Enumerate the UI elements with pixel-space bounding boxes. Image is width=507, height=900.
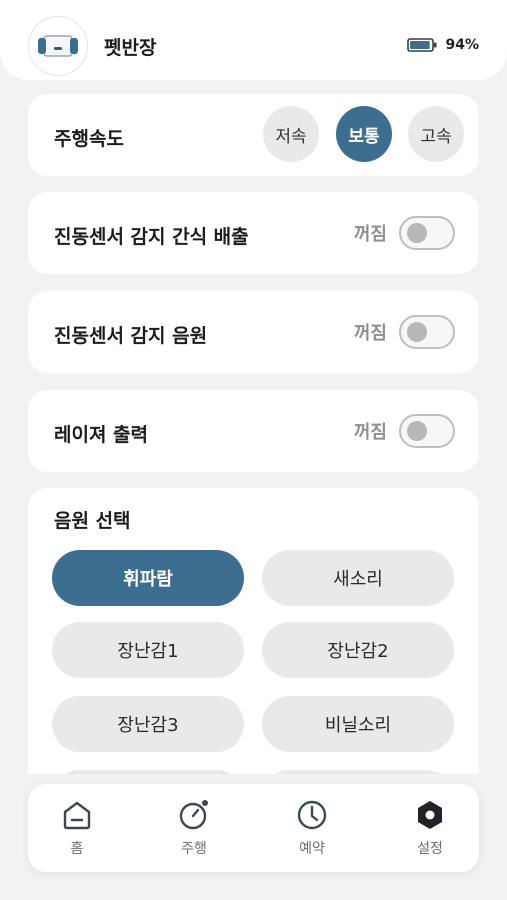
speed-label: 주행속도: [54, 128, 124, 150]
nav-drive-label: 주행: [181, 841, 207, 857]
vibration-sound-state: 꺼짐: [353, 323, 387, 344]
sound-option-vinyl[interactable]: 비닐소리: [262, 696, 454, 752]
nav-reservation[interactable]: 예약: [277, 798, 347, 860]
laser-label: 레이져 출력: [54, 424, 149, 446]
speed-fast-button[interactable]: 고속: [408, 106, 464, 162]
sound-option-partial[interactable]: [262, 770, 454, 774]
sound-option-toy2[interactable]: 장난감2: [262, 622, 454, 678]
robot-device-icon: [38, 35, 78, 57]
sound-select-title: 음원 선택: [54, 510, 131, 532]
laser-state: 꺼짐: [353, 422, 387, 443]
sound-option-toy1[interactable]: 장난감1: [52, 622, 244, 678]
nav-settings-label: 설정: [417, 841, 443, 857]
toggle-knob: [407, 322, 427, 342]
vibration-sound-card: 진동센서 감지 음원 꺼짐: [28, 291, 479, 373]
battery-percentage: 94%: [445, 37, 479, 53]
battery-status: 94%: [407, 37, 479, 53]
laser-toggle[interactable]: [399, 414, 455, 448]
toggle-knob: [407, 421, 427, 441]
drive-gauge-icon: [179, 800, 208, 830]
speed-card: 주행속도 저속 보통 고속: [28, 94, 479, 176]
vibration-treat-label: 진동센서 감지 간식 배출: [54, 226, 249, 248]
nav-reservation-label: 예약: [299, 841, 325, 857]
app-header: 펫반장 94%: [0, 0, 507, 80]
device-avatar[interactable]: [28, 16, 88, 76]
speed-slow-button[interactable]: 저속: [263, 106, 319, 162]
vibration-sound-label: 진동센서 감지 음원: [54, 325, 208, 347]
vibration-treat-card: 진동센서 감지 간식 배출 꺼짐: [28, 192, 479, 274]
home-icon: [63, 801, 91, 830]
sound-option-whistle[interactable]: 휘파람: [52, 550, 244, 606]
settings-hexagon-icon: [418, 801, 442, 829]
toggle-knob: [407, 223, 427, 243]
device-name: 펫반장: [104, 37, 157, 59]
bottom-nav: 홈 주행 예약 설정: [28, 784, 479, 872]
vibration-sound-toggle[interactable]: [399, 315, 455, 349]
sound-option-partial[interactable]: [52, 770, 244, 774]
nav-home[interactable]: 홈: [42, 798, 112, 860]
sound-select-card: 음원 선택 휘파람 새소리 장난감1 장난감2 장난감3 비닐소리: [28, 488, 479, 774]
speed-normal-button[interactable]: 보통: [336, 106, 392, 162]
sound-option-bird[interactable]: 새소리: [262, 550, 454, 606]
sound-option-toy3[interactable]: 장난감3: [52, 696, 244, 752]
nav-settings[interactable]: 설정: [395, 798, 465, 860]
nav-home-label: 홈: [70, 841, 84, 857]
vibration-treat-toggle[interactable]: [399, 216, 455, 250]
nav-drive[interactable]: 주행: [159, 798, 229, 860]
battery-icon: [407, 38, 437, 52]
vibration-treat-state: 꺼짐: [353, 224, 387, 245]
clock-icon: [297, 800, 327, 830]
laser-card: 레이져 출력 꺼짐: [28, 390, 479, 472]
